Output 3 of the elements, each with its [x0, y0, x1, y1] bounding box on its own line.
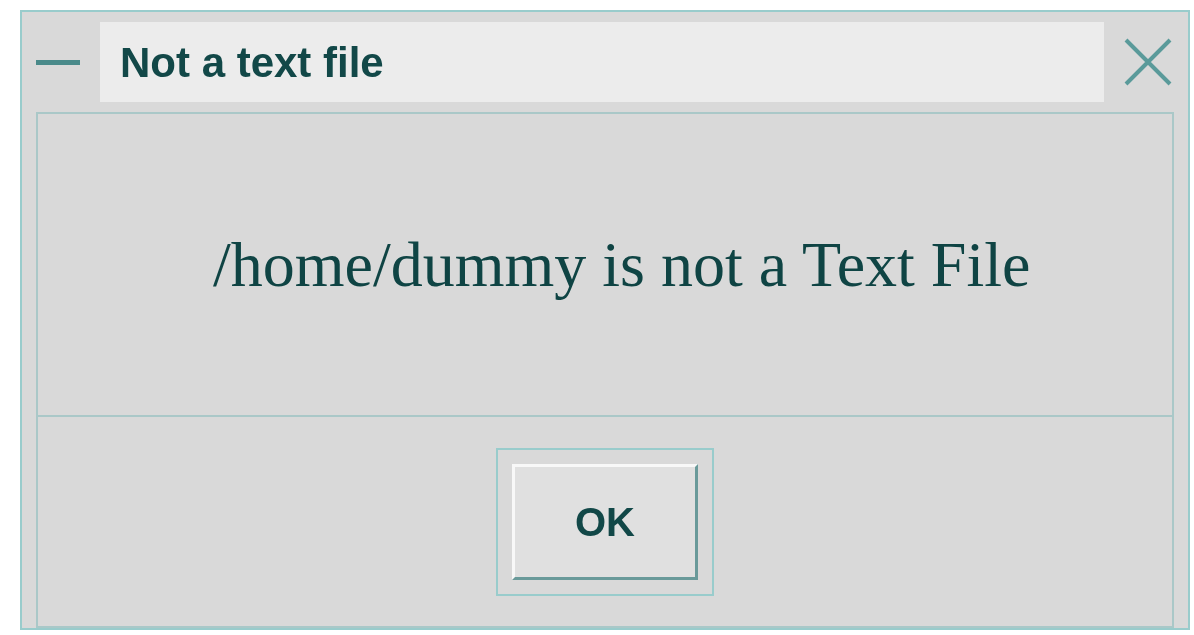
ok-button[interactable]: OK — [512, 463, 698, 580]
message-text: /home/dummy is not a Text File — [213, 227, 1032, 302]
window-title: Not a text file — [100, 22, 1104, 102]
